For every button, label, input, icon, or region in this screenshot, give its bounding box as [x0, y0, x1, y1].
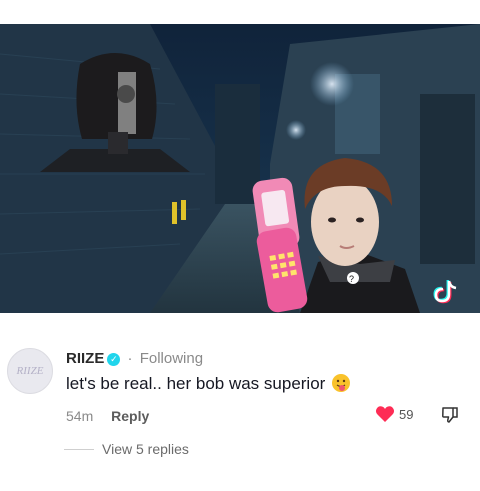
username[interactable]: RIIZE	[66, 350, 104, 367]
like-count: 59	[399, 406, 414, 422]
tongue-out-emoji-icon	[331, 373, 351, 398]
comment-header: RIIZE ✓ · Following	[66, 350, 203, 367]
dislike-button[interactable]	[441, 406, 459, 429]
separator-dot: ·	[127, 350, 133, 367]
thumbs-down-icon	[442, 407, 458, 423]
right-door	[420, 94, 475, 264]
street-lamp-glow	[310, 62, 354, 106]
distant-building	[215, 84, 260, 204]
comment-text: let's be real.. her bob was superior	[66, 374, 326, 393]
video-player[interactable]: ?	[0, 24, 480, 313]
view-replies-label: View 5 replies	[102, 441, 189, 457]
yellow-post	[172, 202, 177, 224]
following-label[interactable]: Following	[140, 350, 203, 367]
svg-text:?: ?	[349, 274, 354, 284]
replies-divider	[64, 448, 94, 450]
view-replies-button[interactable]: View 5 replies	[64, 441, 189, 457]
video-scene: ?	[0, 24, 480, 313]
comment-text-row: let's be real.. her bob was superior	[66, 373, 351, 398]
screenshot-frame: ? RIIZE RIIZE ✓ · Following let's be real…	[0, 0, 480, 491]
street-lamp-glow-small	[286, 120, 306, 140]
avatar[interactable]: RIIZE	[7, 348, 53, 394]
comment-time: 54m	[66, 408, 94, 424]
like-button[interactable]: 59	[375, 405, 413, 423]
reply-button[interactable]: Reply	[111, 408, 149, 424]
verified-check-icon: ✓	[107, 353, 121, 366]
small-sticker: ?	[347, 272, 359, 284]
yellow-post	[181, 200, 186, 220]
comment-item: RIIZE RIIZE ✓ · Following let's be real..…	[0, 313, 480, 491]
comment-meta: 54m Reply	[66, 408, 149, 424]
avatar-text: RIIZE	[16, 365, 44, 377]
heart-icon	[375, 406, 395, 422]
